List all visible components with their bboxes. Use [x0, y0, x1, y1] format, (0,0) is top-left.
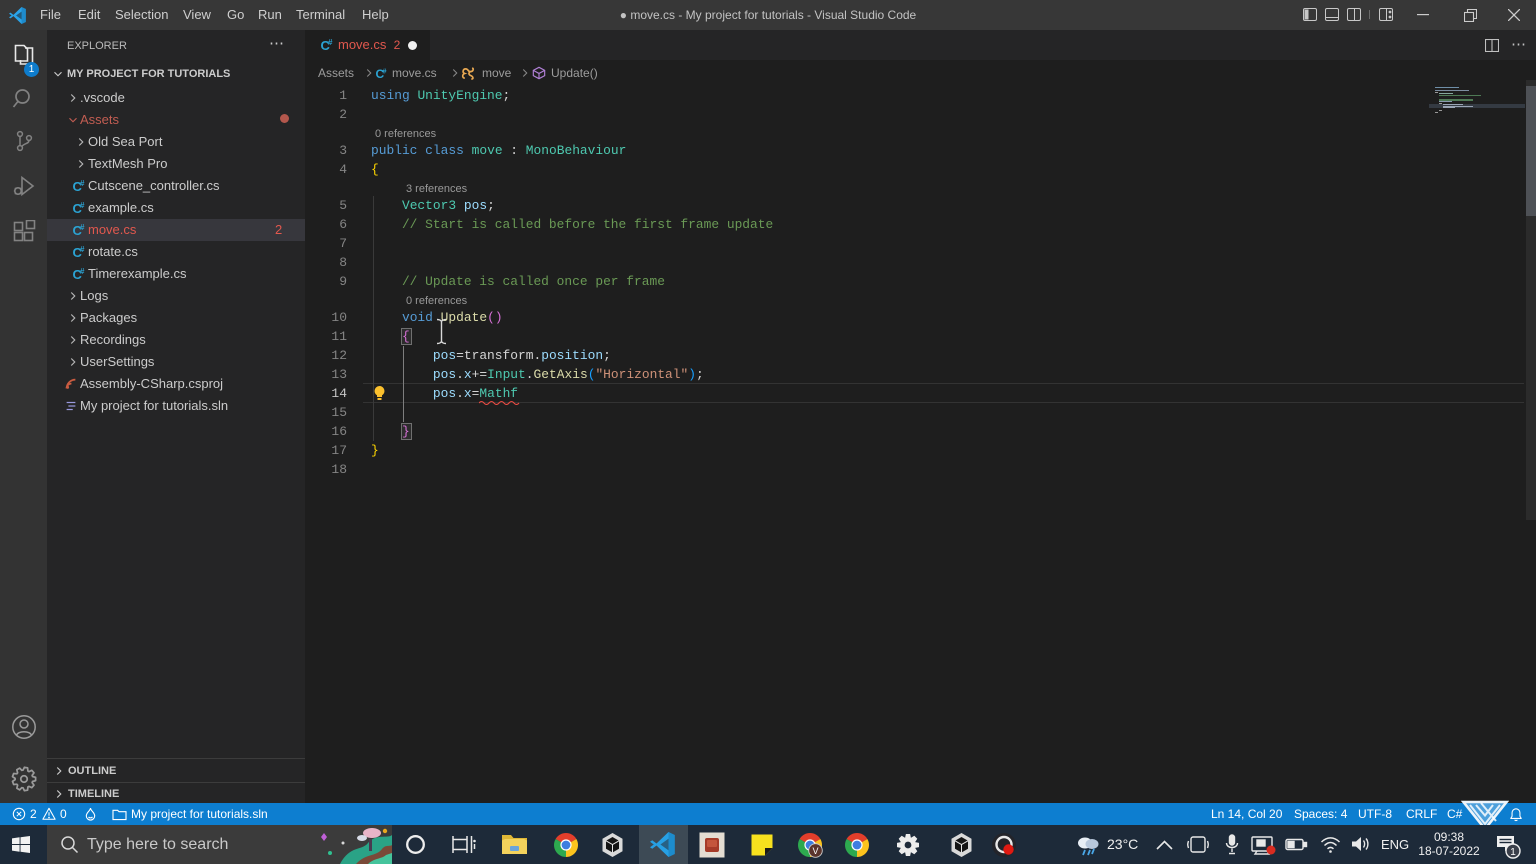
- svg-text:V: V: [812, 846, 818, 856]
- svg-text:#: #: [80, 201, 85, 210]
- svg-text:#: #: [328, 38, 333, 47]
- svg-text:#: #: [80, 267, 85, 276]
- svg-text:#: #: [80, 179, 85, 188]
- svg-text:#: #: [80, 245, 85, 254]
- svg-text:#: #: [80, 223, 85, 232]
- svg-text:1: 1: [1510, 847, 1516, 858]
- svg-text:#: #: [382, 67, 386, 76]
